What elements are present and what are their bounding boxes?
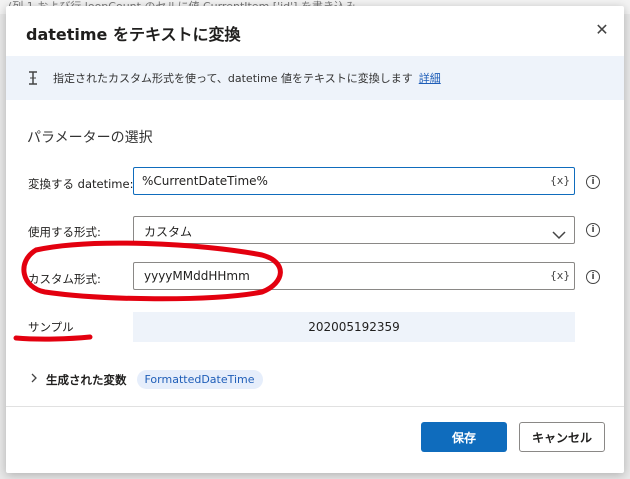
save-button[interactable]: 保存 bbox=[421, 422, 507, 452]
info-icon[interactable]: i bbox=[586, 270, 600, 284]
datetime-label: 変換する datetime: bbox=[28, 177, 134, 191]
datetime-input[interactable]: %CurrentDateTime% {x} bbox=[133, 167, 575, 195]
generated-variables-label[interactable]: 生成された変数 bbox=[46, 372, 127, 388]
datetime-input-value: %CurrentDateTime% bbox=[142, 174, 268, 188]
format-select[interactable]: カスタム bbox=[133, 216, 575, 244]
sample-label: サンプル bbox=[28, 320, 74, 334]
close-icon[interactable]: ✕ bbox=[594, 22, 610, 38]
custom-format-input-value: yyyyMMddHHmm bbox=[144, 269, 250, 283]
chevron-right-icon[interactable] bbox=[30, 373, 40, 386]
footer-divider bbox=[6, 406, 624, 407]
convert-datetime-dialog: datetime をテキストに変換 ✕ 指定されたカスタム形式を使って、date… bbox=[6, 6, 624, 473]
sample-output: 202005192359 bbox=[133, 312, 575, 342]
section-title: パラメーターの選択 bbox=[27, 130, 153, 146]
format-select-value: カスタム bbox=[144, 225, 193, 239]
custom-format-label: カスタム形式: bbox=[28, 272, 101, 286]
info-icon[interactable]: i bbox=[586, 223, 600, 237]
generated-variables-row: 生成された変数 FormattedDateTime bbox=[30, 370, 263, 389]
dialog-title: datetime をテキストに変換 bbox=[26, 25, 241, 44]
variable-picker-icon[interactable]: {x} bbox=[550, 269, 570, 282]
info-description: 指定されたカスタム形式を使って、datetime 値をテキストに変換します bbox=[53, 72, 413, 85]
info-bar: 指定されたカスタム形式を使って、datetime 値をテキストに変換します 詳細 bbox=[6, 56, 624, 100]
info-icon[interactable]: i bbox=[586, 175, 600, 189]
cancel-button[interactable]: キャンセル bbox=[519, 422, 605, 452]
learn-more-link[interactable]: 詳細 bbox=[419, 70, 441, 86]
variable-chip[interactable]: FormattedDateTime bbox=[136, 370, 263, 389]
format-label: 使用する形式: bbox=[28, 225, 101, 239]
variable-picker-icon[interactable]: {x} bbox=[550, 174, 570, 187]
custom-format-input[interactable]: yyyyMMddHHmm {x} bbox=[133, 262, 575, 290]
chevron-down-icon bbox=[552, 225, 566, 240]
text-cursor-icon bbox=[28, 70, 40, 86]
